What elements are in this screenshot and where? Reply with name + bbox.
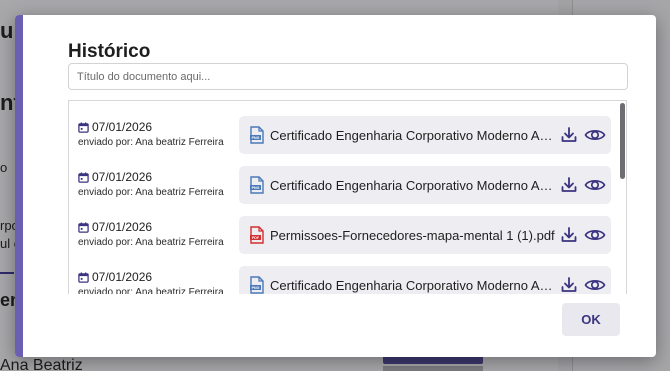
entry-sender: enviado por: Ana beatriz Ferreira <box>78 287 224 294</box>
file-type-label: PNG <box>252 136 260 140</box>
history-entry: 07/01/2026 enviado por: Ana beatriz Ferr… <box>69 261 626 294</box>
download-icon[interactable] <box>560 276 578 294</box>
download-icon[interactable] <box>560 126 578 144</box>
download-icon[interactable] <box>560 226 578 244</box>
png-file-icon: PNG <box>250 176 264 194</box>
history-list[interactable]: 07/01/2026 enviado por: Ana beatriz Ferr… <box>68 100 627 294</box>
history-entry: 07/01/2026 enviado por: Ana beatriz Ferr… <box>69 211 626 261</box>
file-chip[interactable]: PNG Certificado Engenharia Corporativo M… <box>239 266 611 294</box>
entry-sender: enviado por: Ana beatriz Ferreira <box>78 187 224 198</box>
view-eye-icon[interactable] <box>584 277 606 293</box>
png-file-icon: PNG <box>250 276 264 294</box>
entry-sender: enviado por: Ana beatriz Ferreira <box>78 137 224 148</box>
download-icon[interactable] <box>560 176 578 194</box>
view-eye-icon[interactable] <box>584 177 606 193</box>
entry-meta: 07/01/2026 enviado por: Ana beatriz Ferr… <box>78 169 224 198</box>
background-text: o <box>0 160 8 175</box>
modal-title: Histórico <box>68 41 151 62</box>
view-eye-icon[interactable] <box>584 227 606 243</box>
file-name: Certificado Engenharia Corporativo Moder… <box>270 177 556 193</box>
background-user-name: Ana Beatriz <box>0 357 83 371</box>
ok-button[interactable]: OK <box>562 303 620 336</box>
calendar-icon <box>78 171 89 183</box>
entry-date: 07/01/2026 <box>92 220 153 234</box>
history-modal: Histórico 07/01/2026 enviado por: Ana be… <box>15 15 656 357</box>
history-entry: 07/01/2026 enviado por: Ana beatriz Ferr… <box>69 111 626 161</box>
document-title-search-input[interactable] <box>68 63 628 90</box>
calendar-icon <box>78 121 89 133</box>
entry-date: 07/01/2026 <box>92 120 153 134</box>
calendar-icon <box>78 271 89 283</box>
file-type-label: PNG <box>252 186 260 190</box>
list-scrollbar[interactable] <box>620 103 625 179</box>
modal-accent-bar <box>15 15 23 357</box>
background-divider <box>0 272 14 274</box>
entry-date: 07/01/2026 <box>92 170 153 184</box>
file-chip[interactable]: PNG Certificado Engenharia Corporativo M… <box>239 166 611 204</box>
history-entry: 07/01/2026 enviado por: Ana beatriz Ferr… <box>69 161 626 211</box>
entry-sender: enviado por: Ana beatriz Ferreira <box>78 237 224 248</box>
view-eye-icon[interactable] <box>584 127 606 143</box>
background-button-secondary <box>383 366 483 371</box>
file-type-label: PDF <box>252 236 260 240</box>
png-file-icon: PNG <box>250 126 264 144</box>
file-name: Certificado Engenharia Corporativo Moder… <box>270 127 556 143</box>
entry-meta: 07/01/2026 enviado por: Ana beatriz Ferr… <box>78 219 224 248</box>
file-type-label: PNG <box>252 286 260 290</box>
file-name: Permissoes-Fornecedores-mapa-mental 1 (1… <box>270 227 555 243</box>
file-chip[interactable]: PNG Certificado Engenharia Corporativo M… <box>239 116 611 154</box>
pdf-file-icon: PDF <box>250 226 264 244</box>
file-chip[interactable]: PDF Permissoes-Fornecedores-mapa-mental … <box>239 216 611 254</box>
entry-meta: 07/01/2026 enviado por: Ana beatriz Ferr… <box>78 269 224 294</box>
entry-date: 07/01/2026 <box>92 270 153 284</box>
file-name: Certificado Engenharia Corporativo Moder… <box>270 277 556 293</box>
entry-meta: 07/01/2026 enviado por: Ana beatriz Ferr… <box>78 119 224 148</box>
calendar-icon <box>78 221 89 233</box>
